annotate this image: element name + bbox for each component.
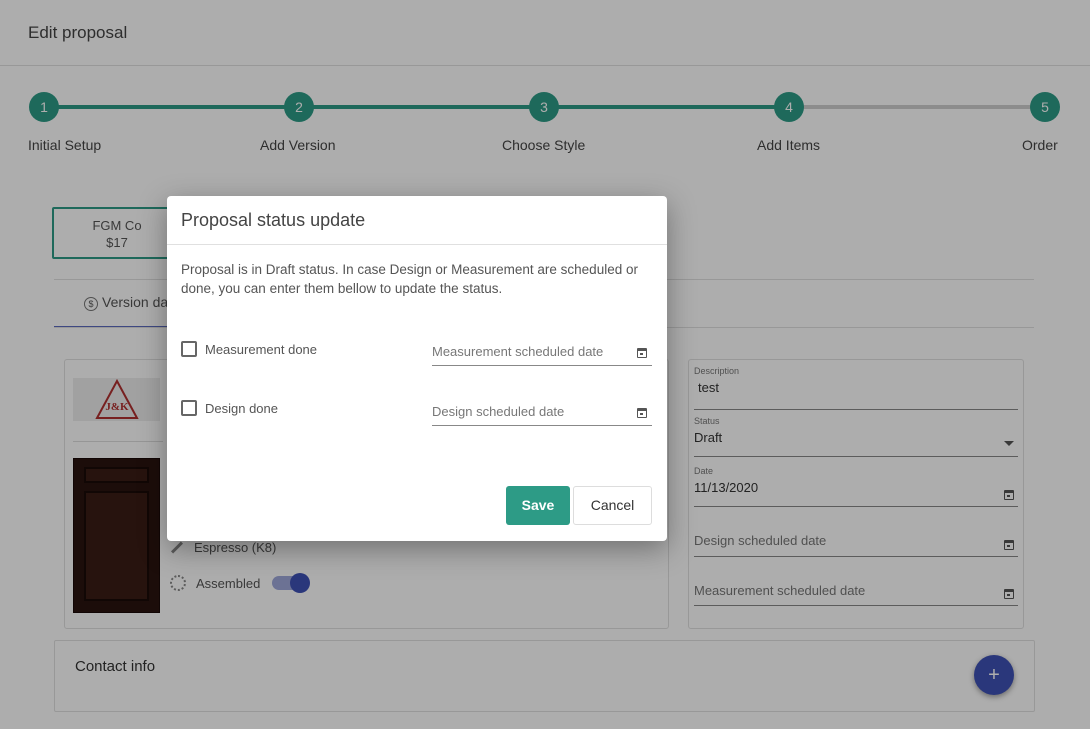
proposal-status-dialog: Proposal status update Proposal is in Dr…: [167, 196, 667, 541]
calendar-icon[interactable]: [637, 408, 647, 418]
design-done-checkbox[interactable]: [181, 400, 197, 416]
dialog-design-date-input[interactable]: Design scheduled date: [432, 400, 652, 426]
measurement-done-checkbox-row[interactable]: Measurement done: [181, 341, 317, 357]
design-done-checkbox-row[interactable]: Design done: [181, 400, 278, 416]
calendar-icon[interactable]: [637, 348, 647, 358]
dialog-divider: [167, 244, 667, 245]
measurement-done-checkbox[interactable]: [181, 341, 197, 357]
dialog-measurement-date-input[interactable]: Measurement scheduled date: [432, 340, 652, 366]
measurement-done-label: Measurement done: [205, 341, 318, 357]
cancel-button[interactable]: Cancel: [573, 486, 652, 525]
design-date-placeholder: Design scheduled date: [432, 404, 565, 419]
dialog-title: Proposal status update: [181, 210, 366, 230]
measurement-date-placeholder: Measurement scheduled date: [432, 344, 604, 359]
design-done-label: Design done: [205, 400, 278, 416]
save-button[interactable]: Save: [506, 486, 570, 525]
dialog-message: Proposal is in Draft status. In case Des…: [181, 262, 638, 296]
